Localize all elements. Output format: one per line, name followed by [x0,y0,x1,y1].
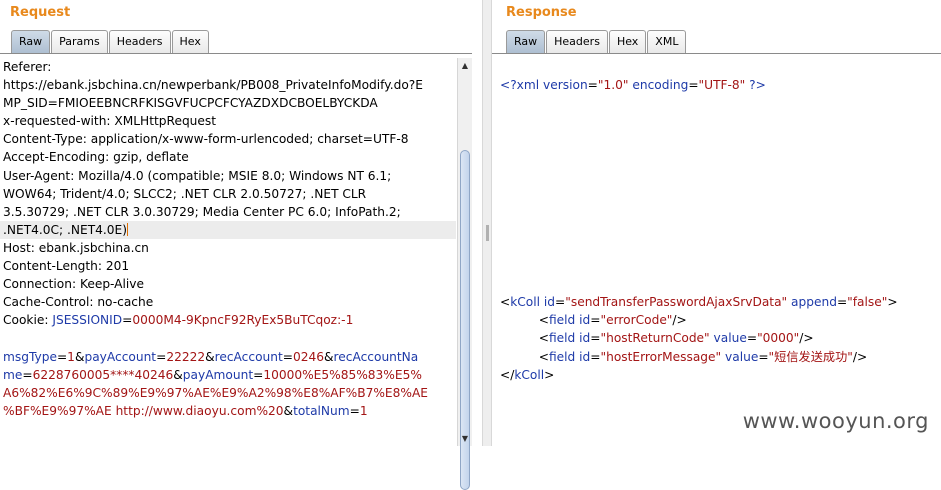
request-title: Request [10,5,71,20]
param-value: 6228760005****40246 [32,367,174,382]
xml-tag: kColl [510,295,541,310]
param-key: recAccountNa [333,349,419,364]
xml-attr: value [725,349,759,364]
cookie-label: Cookie: [3,313,53,328]
request-editor[interactable]: Referer: https://ebank.jsbchina.cn/newpe… [3,58,455,420]
xml-attr-value: "false" [847,295,888,310]
req-line: Content-Length: 201 [3,259,130,274]
scroll-down-arrow-icon[interactable]: ▼ [458,431,472,446]
param-key: me [3,367,23,382]
text-caret [126,222,128,236]
response-title: Response [506,5,577,20]
xml-attr: id [579,331,591,346]
param-key: msgType [3,349,57,364]
param-value: A6%82%E6%9C%89%E9%97%AE%E9%A2%98%E8%AF%B… [3,385,428,400]
xml-attr: append [791,295,837,310]
req-line: User-Agent: Mozilla/4.0 (compatible; MSI… [3,168,392,183]
xml-tag: field [548,349,576,364]
xml-attr: id [579,313,591,328]
watermark: www.wooyun.org [742,409,929,433]
response-tab-xml[interactable]: XML [647,30,687,53]
request-pane: Request Raw Params Headers Hex Referer: … [0,0,482,490]
xml-attr-value: "errorCode" [600,313,673,328]
xml-attr: value [713,331,747,346]
response-tab-hex[interactable]: Hex [608,30,647,53]
param-value: 1 [359,403,368,418]
xml-tag: field [548,313,576,328]
xml-tag: field [548,331,576,346]
xml-attr: id [543,295,556,310]
param-value: 1 [67,349,75,364]
param-value: %BF%E9%97%AE http://www.diaoyu.com%20 [3,403,284,418]
req-line: Content-Type: application/x-www-form-url… [3,132,409,147]
xml-attr-value: "短信发送成功" [768,349,853,364]
cookie-eq: = [122,313,133,328]
cookie-name: JSESSIONID [52,313,123,328]
response-pane: Response Raw Headers Hex XML <?xml versi… [492,0,941,446]
req-line: MP_SID=FMIOEEBNCRFKISGVFUCPCFCYAZDXDCBOE… [3,96,378,111]
request-tab-underline [0,53,472,54]
param-key: payAmount [182,367,254,382]
req-line: Cache-Control: no-cache [3,295,154,310]
req-line: WOW64; Trident/4.0; SLCC2; .NET CLR 2.0.… [3,186,367,201]
param-value: 22222 [166,349,206,364]
req-line: Connection: Keep-Alive [3,277,145,292]
param-value: 0246 [292,349,325,364]
xml-attr-value: "hostErrorMessage" [600,349,722,364]
request-tab-hex[interactable]: Hex [171,30,209,53]
param-key: recAccount [214,349,283,364]
param-key: totalNum [293,403,350,418]
scroll-up-arrow-icon[interactable]: ▲ [458,58,472,73]
xml-attr: version [543,78,588,93]
request-tabs: Raw Params Headers Hex [11,30,210,53]
response-tab-underline [492,53,941,54]
req-line: 3.5.30729; .NET CLR 3.0.30729; Media Cen… [3,204,401,219]
response-tab-headers[interactable]: Headers [546,30,608,53]
xml-attr-value: "sendTransferPasswordAjaxSrvData" [565,295,788,310]
response-editor[interactable]: <?xml version="1.0" encoding="UTF-8" ?> … [500,58,940,384]
param-key: payAccount [84,349,157,364]
req-line: .NET4.0C; .NET4.0E) [3,222,127,237]
request-tab-params[interactable]: Params [51,30,108,53]
xml-attr-value: "UTF-8" [698,78,746,93]
request-vertical-scrollbar[interactable]: ▲ ▼ [457,58,472,490]
response-tab-raw[interactable]: Raw [506,30,546,53]
xml-decl-close: ?> [749,78,766,93]
req-line: Referer: [3,60,52,74]
xml-attr-value: "1.0" [597,78,629,93]
req-line: x-requested-with: XMLHttpRequest [3,114,217,129]
cookie-value: 0000M4-9KpncF92RyEx5BuTCqoz:-1 [132,313,354,328]
xml-attr-value: "0000" [757,331,800,346]
request-tab-raw[interactable]: Raw [11,30,51,53]
request-tab-headers[interactable]: Headers [108,30,171,53]
param-value: 10000%E5%85%83%E5% [263,367,422,382]
xml-tag: kColl [514,367,545,382]
split-pane-divider[interactable] [482,0,492,446]
divider-grip-icon[interactable] [486,225,489,241]
req-line: Accept-Encoding: gzip, deflate [3,150,189,165]
xml-attr: id [579,349,591,364]
xml-attr: encoding [632,78,689,93]
xml-attr-value: "hostReturnCode" [600,331,710,346]
response-tabs: Raw Headers Hex XML [506,30,687,53]
req-line: Host: ebank.jsbchina.cn [3,240,149,255]
req-line: https://ebank.jsbchina.cn/newperbank/PB0… [3,78,423,93]
xml-decl-open: <?xml [500,78,540,93]
